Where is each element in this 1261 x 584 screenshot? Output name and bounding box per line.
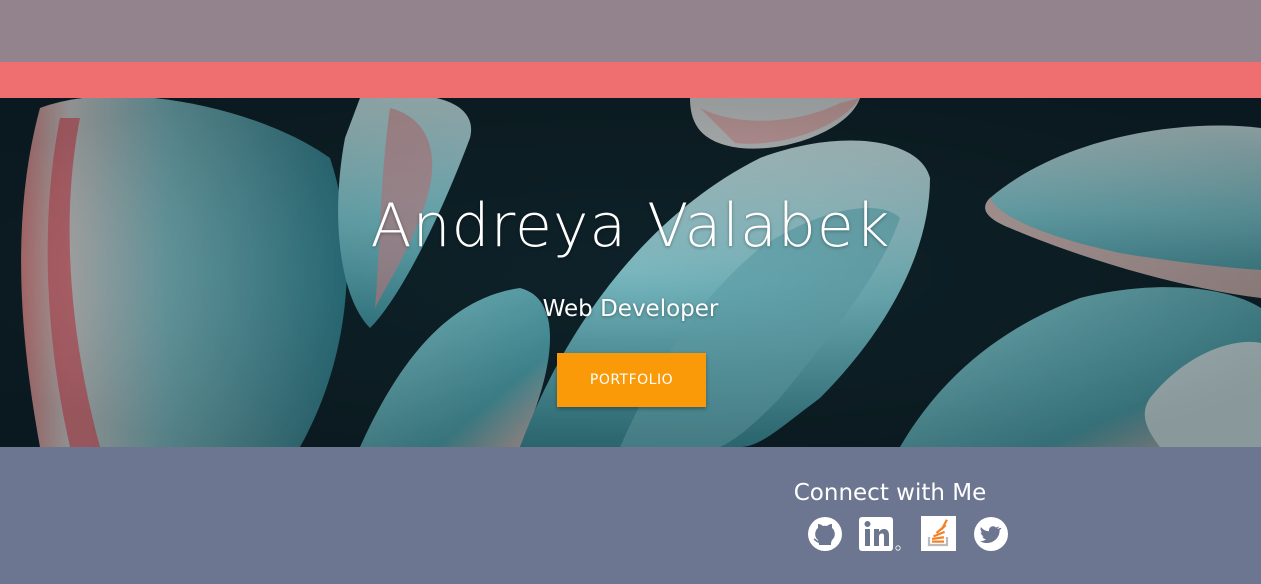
github-icon	[808, 517, 842, 551]
github-link[interactable]	[806, 515, 844, 553]
hero-title: Andreya Valabek	[370, 191, 891, 261]
hero-subtitle: Web Developer	[542, 296, 719, 322]
portfolio-button[interactable]: PORTFOLIO	[557, 353, 706, 407]
connect-heading: Connect with Me	[793, 480, 987, 506]
linkedin-icon	[859, 517, 901, 551]
hero-section: Andreya Valabek Web Developer PORTFOLIO	[0, 98, 1261, 447]
accent-bar	[0, 62, 1261, 98]
linkedin-link[interactable]	[858, 515, 901, 553]
footer: Connect with Me	[0, 447, 1261, 584]
stackoverflow-icon	[921, 516, 956, 551]
top-bar	[0, 0, 1261, 62]
stackoverflow-link[interactable]	[920, 515, 958, 553]
twitter-icon	[974, 517, 1008, 551]
twitter-link[interactable]	[972, 515, 1010, 553]
